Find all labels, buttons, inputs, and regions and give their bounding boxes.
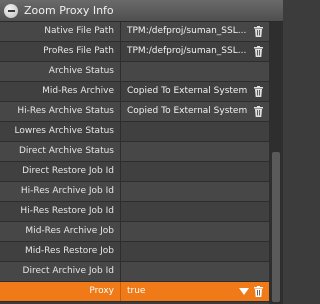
field-value-text: TPM:/defproj/suman_SSL... [127,46,247,56]
field-value[interactable] [121,122,269,141]
scrollbar-thumb[interactable] [272,152,280,302]
field-label: Hi-Res Restore Job Id [0,202,121,221]
field-value[interactable] [121,262,269,281]
field-label: Archive Status [0,62,121,81]
table-row[interactable]: Lowres Archive Status [0,122,283,142]
field-value[interactable] [121,242,269,261]
trash-icon[interactable] [254,46,263,57]
table-row[interactable]: Proxy true [0,282,283,302]
dropdown-arrow-icon[interactable] [239,288,249,295]
field-value-text: Copied To External System [127,106,248,116]
trash-icon[interactable] [254,106,263,117]
table-row[interactable]: Direct Archive Status [0,142,283,162]
table-row[interactable]: Mid-Res Archive Copied To External System [0,82,283,102]
table-row[interactable]: Archive Status [0,62,283,82]
field-label: Direct Restore Job Id [0,162,121,181]
table-row[interactable]: Mid-Res Restore Job [0,242,283,262]
field-label: Hi-Res Archive Status [0,102,121,121]
field-label: Hi-Res Archive Job Id [0,182,121,201]
field-label: Native File Path [0,22,121,41]
field-value[interactable] [121,162,269,181]
table-row[interactable]: Hi-Res Restore Job Id [0,202,283,222]
table-row[interactable]: Direct Restore Job Id [0,162,283,182]
panel-title: Zoom Proxy Info [24,4,114,17]
field-label: ProRes File Path [0,42,121,61]
field-label: Mid-Res Archive [0,82,121,101]
field-value[interactable]: Copied To External System [121,82,269,101]
field-value[interactable] [121,142,269,161]
table-row[interactable]: Native File Path TPM:/defproj/suman_SSL..… [0,22,283,42]
field-label: Direct Archive Job Id [0,262,121,281]
field-label: Direct Archive Status [0,142,121,161]
field-value-text: true [127,286,146,296]
field-value[interactable] [121,182,269,201]
minus-circle-icon[interactable] [4,4,18,18]
vertical-scrollbar[interactable] [269,22,283,304]
minus-glyph [7,10,15,12]
trash-icon[interactable] [254,86,263,97]
field-value[interactable] [121,202,269,221]
table-row[interactable]: Hi-Res Archive Status Copied To External … [0,102,283,122]
field-value[interactable]: true [121,282,269,301]
field-value[interactable] [121,62,269,81]
field-label: Proxy [0,282,121,301]
panel-header[interactable]: Zoom Proxy Info [0,0,283,22]
table-row[interactable]: Hi-Res Archive Job Id [0,182,283,202]
trash-icon[interactable] [254,286,263,297]
metadata-rows: Native File Path TPM:/defproj/suman_SSL..… [0,22,283,302]
field-value[interactable]: TPM:/defproj/suman_SSL... [121,22,269,41]
field-label: Mid-Res Restore Job [0,242,121,261]
field-value[interactable] [121,222,269,241]
trash-icon[interactable] [254,26,263,37]
field-value[interactable]: Copied To External System [121,102,269,121]
field-value[interactable]: TPM:/defproj/suman_SSL... [121,42,269,61]
table-row[interactable]: Direct Archive Job Id [0,262,283,282]
field-value-text: Copied To External System [127,86,248,96]
zoom-proxy-info-panel: Zoom Proxy Info Native File Path TPM:/def… [0,0,283,304]
table-row[interactable]: Mid-Res Archive Job [0,222,283,242]
table-row[interactable]: ProRes File Path TPM:/defproj/suman_SSL..… [0,42,283,62]
field-label: Lowres Archive Status [0,122,121,141]
field-label: Mid-Res Archive Job [0,222,121,241]
field-value-text: TPM:/defproj/suman_SSL... [127,26,247,36]
